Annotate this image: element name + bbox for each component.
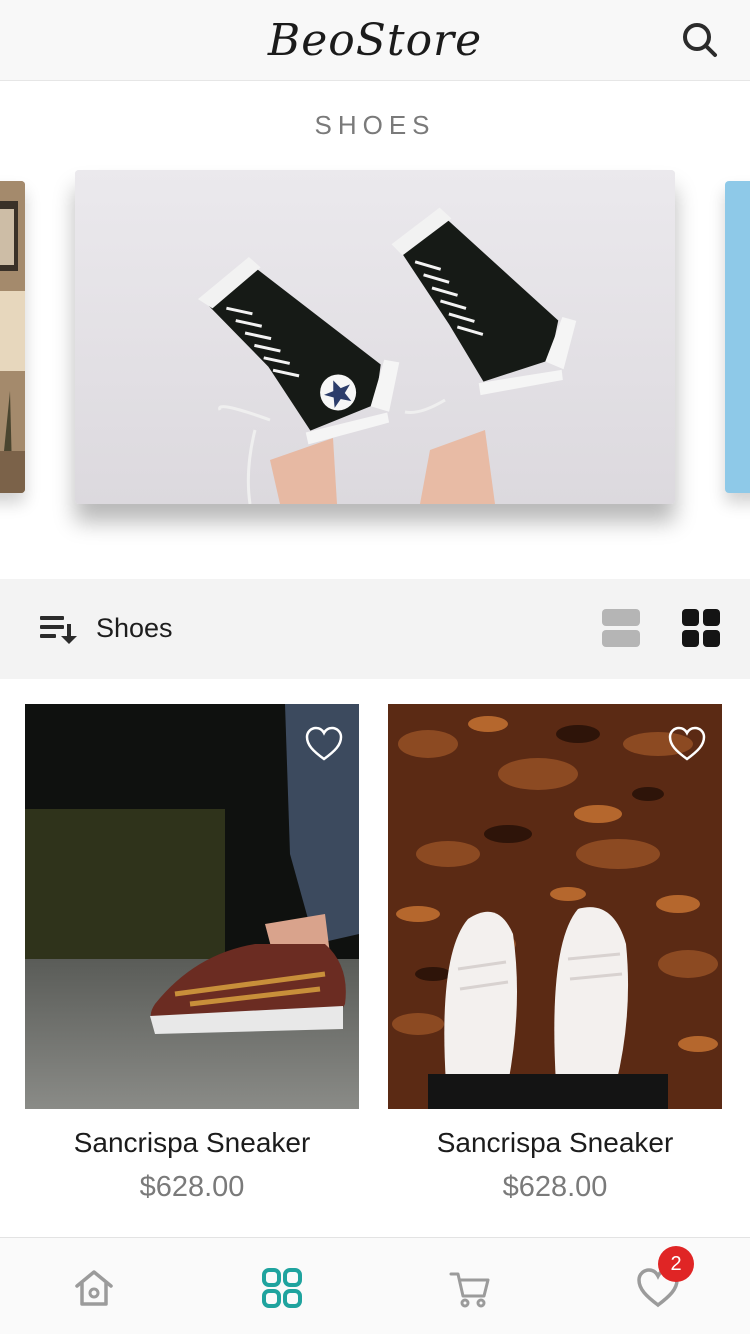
product-card[interactable]: Sancrispa Sneaker $628.00	[25, 704, 359, 1204]
bottom-navigation	[0, 1237, 750, 1334]
top-app-bar: BeoStore	[0, 0, 750, 81]
sort-icon	[40, 616, 77, 644]
product-name[interactable]: Sancrispa Sneaker	[388, 1127, 722, 1159]
brand-logo[interactable]: BeoStore	[268, 15, 482, 66]
favorite-button[interactable]	[668, 726, 706, 762]
wishlist-count-badge: 2	[658, 1246, 694, 1282]
product-name[interactable]: Sancrispa Sneaker	[25, 1127, 359, 1159]
shoes-banner-slide[interactable]	[75, 170, 675, 504]
previous-slide[interactable]	[0, 181, 25, 493]
section-title: SHOES	[314, 110, 436, 140]
heart-outline-icon	[305, 726, 343, 761]
filter-bar: Shoes	[0, 579, 750, 679]
list-view-button[interactable]	[602, 609, 640, 647]
search-icon	[683, 23, 717, 57]
cart-icon	[449, 1272, 490, 1308]
nav-cart[interactable]	[448, 1266, 492, 1310]
nav-home[interactable]	[72, 1266, 116, 1310]
sort-button[interactable]	[38, 613, 78, 645]
categories-icon	[262, 1268, 302, 1308]
product-card[interactable]: Sancrispa Sneaker $628.00	[388, 704, 722, 1204]
product-price: $628.00	[502, 1171, 608, 1203]
list-view-icon	[602, 609, 640, 647]
product-image[interactable]	[25, 704, 359, 1109]
product-image[interactable]	[388, 704, 722, 1109]
app-screen: BeoStore SHOES Shoes Sancrispa Sneaker $…	[0, 0, 750, 1334]
grid-view-button[interactable]	[682, 609, 720, 647]
category-label: Shoes	[96, 613, 173, 643]
next-slide[interactable]	[725, 181, 750, 493]
banner-carousel[interactable]	[0, 170, 750, 540]
home-icon	[75, 1270, 113, 1306]
favorite-button[interactable]	[305, 726, 343, 762]
heart-outline-icon	[668, 726, 706, 761]
search-button[interactable]	[680, 20, 720, 60]
nav-categories[interactable]	[260, 1266, 304, 1310]
grid-view-icon	[682, 609, 720, 647]
product-price: $628.00	[139, 1171, 245, 1203]
sneakers-photo	[75, 170, 675, 504]
